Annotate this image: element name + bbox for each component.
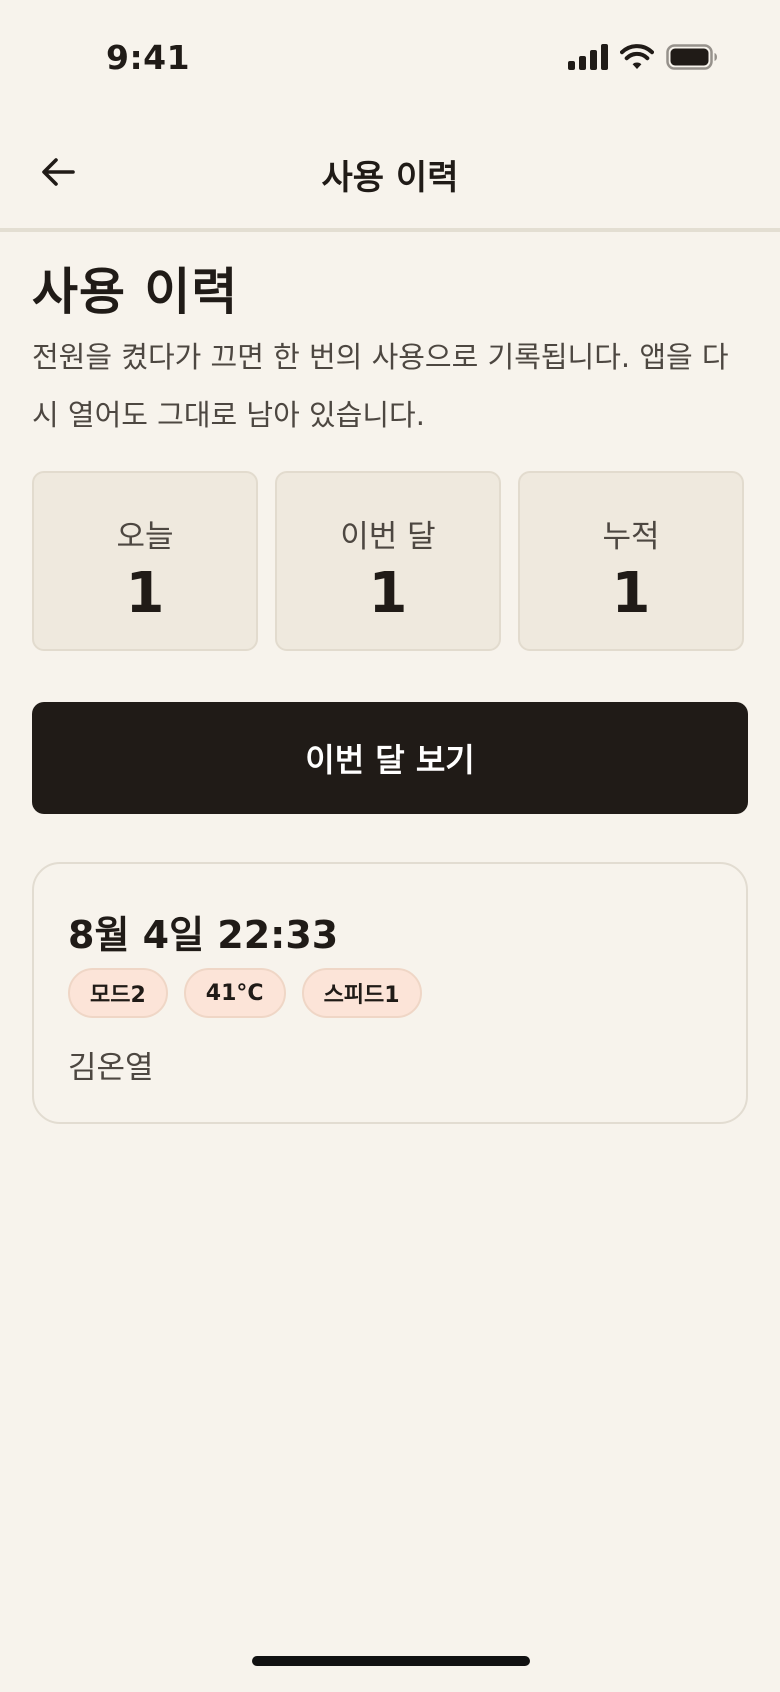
stat-label: 누적	[602, 519, 660, 555]
home-indicator[interactable]	[252, 1656, 530, 1666]
stat-card-today: 오늘 1	[32, 471, 258, 651]
stat-value: 1	[368, 561, 408, 626]
speed-tag: 스피드1	[301, 968, 422, 1018]
nav-bar: 사용 이력	[0, 116, 780, 232]
page-title: 사용 이력	[32, 263, 239, 321]
usage-record-card[interactable]: 8월 4일 22:33 모드2 41°C 스피드1 김온열	[32, 862, 748, 1124]
wifi-icon	[620, 44, 654, 70]
nav-title: 사용 이력	[321, 158, 459, 198]
record-user: 김온열	[68, 1050, 154, 1086]
mode-tag: 모드2	[68, 968, 168, 1018]
stat-card-total: 누적 1	[518, 471, 744, 651]
status-bar: 9:41	[0, 0, 780, 116]
stat-label: 오늘	[116, 519, 174, 555]
stat-label: 이번 달	[340, 519, 436, 555]
screen: 9:41 사용 이력 사용 이력 전원을 켰다가 끄면 한 번의 사용으로 기록…	[0, 0, 780, 1692]
stats-row: 오늘 1 이번 달 1 누적 1	[32, 471, 748, 651]
stat-card-month: 이번 달 1	[275, 471, 501, 651]
page-description: 전원을 켰다가 끄면 한 번의 사용으로 기록됩니다. 앱을 다시 열어도 그대…	[32, 340, 729, 432]
view-this-month-button[interactable]: 이번 달 보기	[32, 702, 748, 814]
record-datetime: 8월 4일 22:33	[68, 913, 339, 957]
temperature-tag: 41°C	[183, 968, 286, 1018]
record-tags: 모드2 41°C 스피드1	[68, 968, 422, 1018]
status-time: 9:41	[106, 38, 191, 77]
stat-value: 1	[125, 561, 165, 626]
battery-icon	[666, 44, 718, 70]
status-icons	[568, 44, 718, 70]
signal-icon	[568, 44, 608, 70]
stat-value: 1	[611, 561, 651, 626]
